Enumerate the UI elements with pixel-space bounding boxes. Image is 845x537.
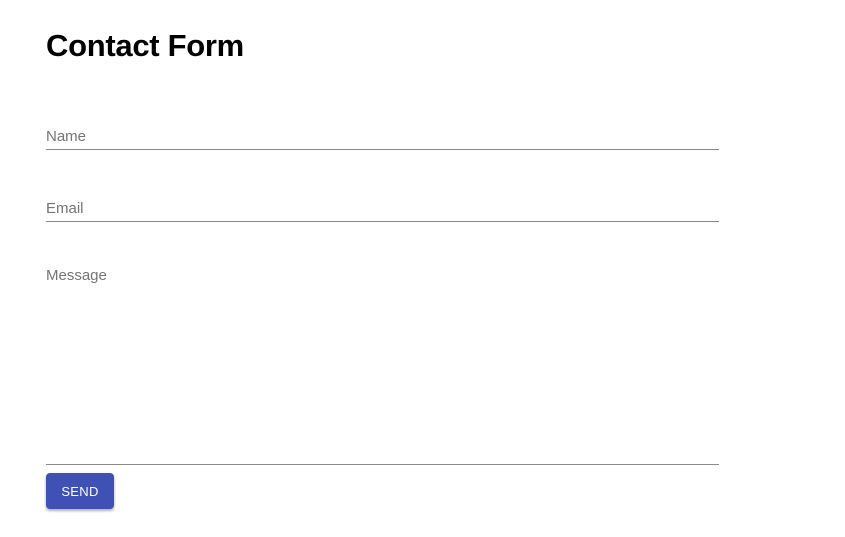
- name-field[interactable]: [46, 120, 719, 149]
- send-button[interactable]: SEND: [46, 473, 114, 509]
- email-field-container: [46, 192, 719, 222]
- email-field[interactable]: [46, 192, 719, 221]
- page-title: Contact Form: [46, 28, 244, 63]
- message-field-container: [46, 264, 719, 465]
- name-field-container: [46, 120, 719, 150]
- message-field[interactable]: [46, 264, 719, 464]
